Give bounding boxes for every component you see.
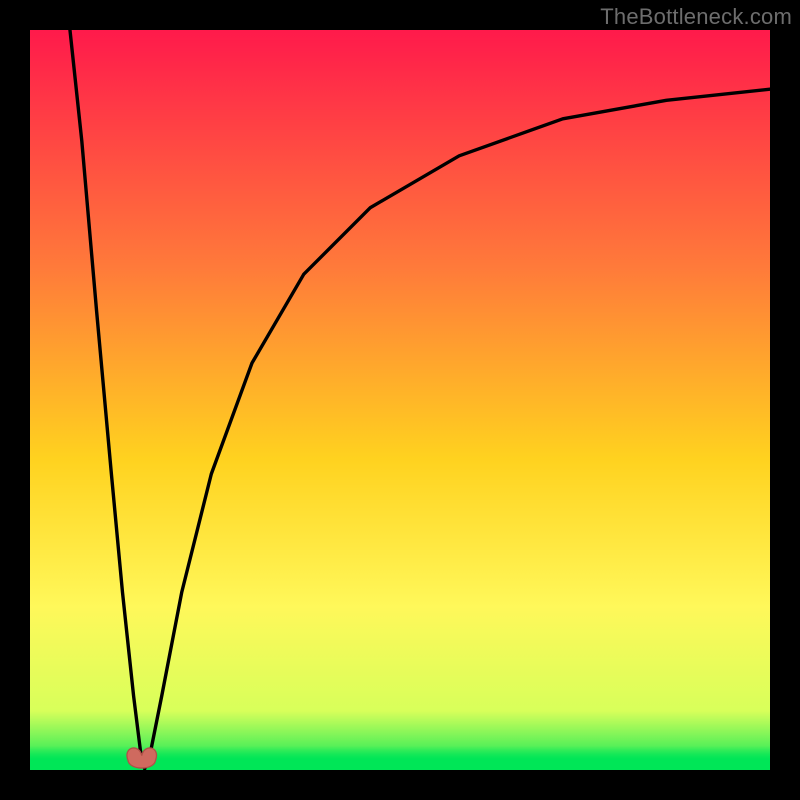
bottom-green-band [30,746,770,770]
chart-stage: TheBottleneck.com [0,0,800,800]
plot-area [30,30,770,770]
watermark-text: TheBottleneck.com [600,4,792,30]
